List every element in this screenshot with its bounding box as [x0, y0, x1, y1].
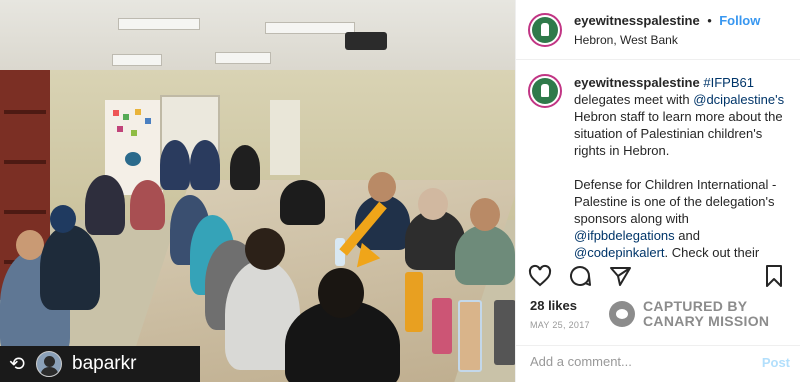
person — [230, 145, 260, 190]
caption-avatar[interactable] — [528, 74, 562, 108]
mention-link[interactable]: @dcipalestine's — [693, 92, 784, 107]
canary-logo-icon — [609, 301, 635, 327]
person — [455, 225, 515, 285]
poster-mark — [145, 118, 151, 124]
caption-text: eyewitnesspalestine #IFPB61 delegates me… — [574, 74, 788, 260]
bottle — [458, 300, 482, 372]
watermark: CAPTURED BY CANARY MISSION — [609, 299, 769, 329]
wall-window — [270, 100, 300, 175]
shelf-row — [4, 110, 46, 114]
photo-ceiling — [0, 0, 515, 80]
person — [160, 140, 190, 190]
caption-segment: and — [678, 228, 700, 243]
separator-dot: • — [707, 13, 712, 28]
person-head — [245, 228, 285, 270]
bottle — [432, 298, 452, 354]
logo-icon — [532, 78, 558, 104]
caption-segment: Hebron staff to learn more about the sit… — [574, 109, 783, 158]
poster-mark — [113, 110, 119, 116]
comment-icon[interactable] — [568, 264, 592, 288]
person-head — [318, 268, 364, 318]
logo-icon — [532, 16, 558, 43]
bookmark-icon[interactable] — [762, 264, 786, 288]
caption-segment: delegates meet with — [574, 92, 690, 107]
shelf-row — [4, 160, 46, 164]
projector — [345, 32, 387, 50]
caption-username[interactable]: eyewitnesspalestine — [574, 75, 700, 90]
person — [130, 180, 165, 230]
person — [40, 225, 100, 310]
person-head — [470, 198, 500, 231]
follow-button[interactable]: Follow — [719, 13, 760, 28]
person-head — [368, 172, 396, 202]
action-bar — [528, 264, 632, 288]
post-date[interactable]: MAY 25, 2017 — [530, 320, 590, 330]
mention-link[interactable]: @ifpbdelegations — [574, 228, 675, 243]
person — [280, 180, 325, 225]
watermark-text: CAPTURED BY CANARY MISSION — [643, 299, 769, 329]
watermark-line: CAPTURED BY — [643, 298, 748, 314]
watermark-line: CANARY MISSION — [643, 313, 770, 329]
post-username[interactable]: eyewitnesspalestine — [574, 13, 700, 28]
repost-banner: ⟲ baparkr — [0, 346, 200, 382]
ceiling-light — [215, 52, 271, 64]
hashtag-link[interactable]: #IFPB61 — [703, 75, 754, 90]
ceiling-light — [265, 22, 355, 34]
repost-avatar[interactable] — [36, 351, 62, 377]
share-icon[interactable] — [608, 264, 632, 288]
person-head — [418, 188, 448, 220]
divider — [516, 345, 800, 346]
post-comment-button[interactable]: Post — [762, 355, 790, 370]
ceiling-light — [112, 54, 162, 66]
repost-username[interactable]: baparkr — [72, 353, 136, 375]
poster-mark — [131, 130, 137, 136]
shelf-row — [4, 210, 46, 214]
likes-count[interactable]: 28 likes — [530, 298, 577, 313]
post-photo[interactable]: ⟲ baparkr — [0, 0, 515, 382]
ceiling-light — [118, 18, 200, 30]
person — [85, 175, 125, 235]
bottle — [405, 272, 423, 332]
mention-link[interactable]: @codepinkalert — [574, 245, 665, 260]
post-side-panel: eyewitnesspalestine • Follow Hebron, Wes… — [515, 0, 800, 382]
header-text: eyewitnesspalestine • Follow Hebron, Wes… — [574, 12, 760, 47]
profile-avatar[interactable] — [528, 12, 562, 47]
heart-icon[interactable] — [528, 264, 552, 288]
post-location[interactable]: Hebron, West Bank — [574, 33, 760, 47]
comment-input[interactable] — [530, 354, 750, 369]
repost-icon: ⟲ — [9, 353, 25, 375]
post-header: eyewitnesspalestine • Follow Hebron, Wes… — [516, 0, 800, 60]
poster-mark — [135, 109, 141, 115]
caption-segment: Defense for Children International - Pal… — [574, 177, 777, 226]
poster-mark — [125, 152, 141, 166]
bottle — [494, 300, 515, 365]
person — [190, 140, 220, 190]
poster-mark — [123, 114, 129, 120]
person-head — [50, 205, 76, 233]
person-head — [16, 230, 44, 260]
caption-area: eyewitnesspalestine #IFPB61 delegates me… — [516, 60, 800, 260]
poster-mark — [117, 126, 123, 132]
